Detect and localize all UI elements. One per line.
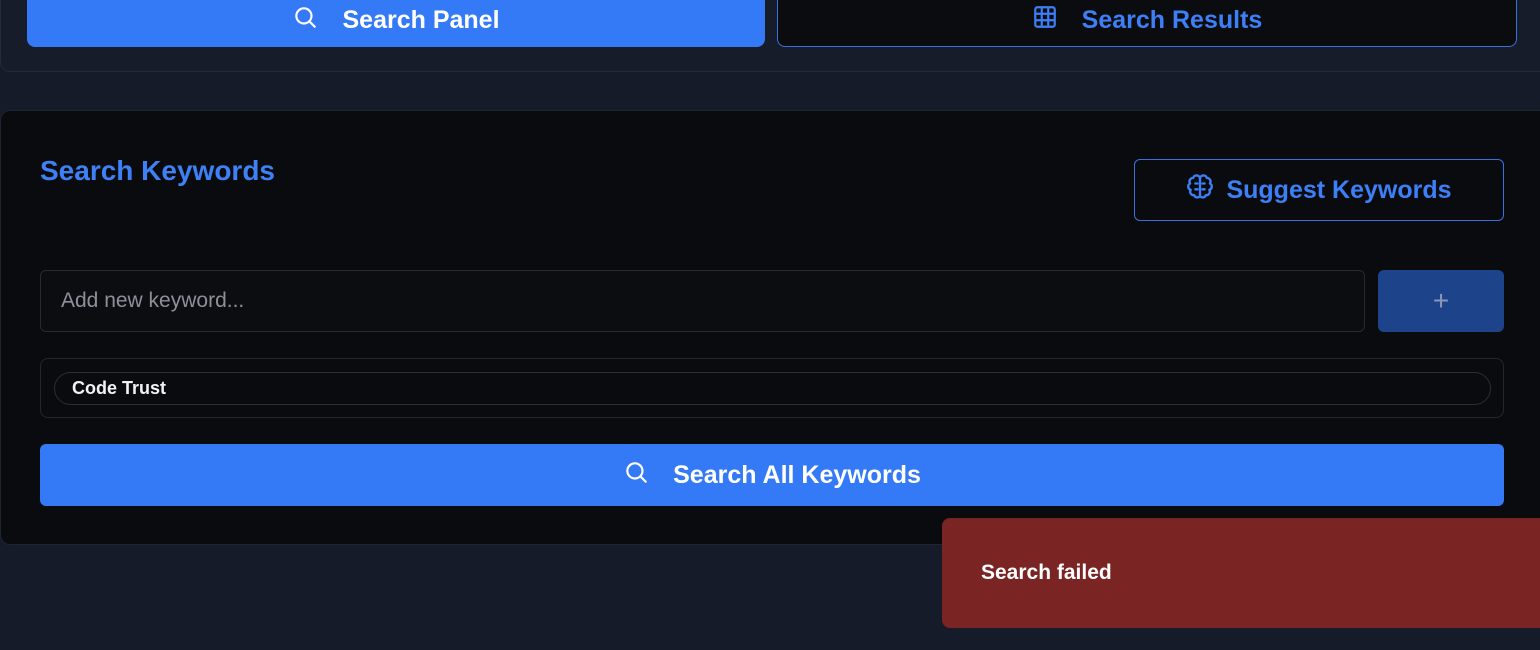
search-icon — [623, 459, 649, 492]
grid-icon — [1032, 4, 1058, 37]
search-all-keywords-label: Search All Keywords — [673, 460, 921, 489]
search-all-keywords-button[interactable]: Search All Keywords — [40, 444, 1504, 506]
keyword-chip-label: Code Trust — [72, 378, 167, 398]
tab-search-panel-label: Search Panel — [342, 5, 500, 34]
toast-message: Search failed — [981, 561, 1112, 584]
tab-search-panel[interactable]: Search Panel — [27, 0, 765, 47]
suggest-keywords-button[interactable]: Suggest Keywords — [1134, 159, 1504, 221]
view-tabs-card: Search Panel Search Results — [0, 0, 1540, 72]
plus-icon: + — [1432, 285, 1450, 316]
error-toast[interactable]: Search failed — [942, 518, 1540, 628]
keyword-chip[interactable]: Code Trust — [54, 372, 1491, 405]
tab-search-results-label: Search Results — [1081, 5, 1263, 34]
search-icon — [292, 4, 318, 37]
add-keyword-button[interactable]: + — [1378, 270, 1504, 332]
new-keyword-input[interactable] — [40, 270, 1365, 332]
section-title: Search Keywords — [40, 155, 275, 186]
search-keywords-card: Search Keywords Suggest Keywords + Code … — [0, 110, 1540, 545]
keyword-list: Code Trust — [40, 358, 1504, 418]
suggest-keywords-label: Suggest Keywords — [1226, 175, 1452, 204]
tab-search-results[interactable]: Search Results — [777, 0, 1517, 47]
brain-icon — [1186, 173, 1214, 208]
